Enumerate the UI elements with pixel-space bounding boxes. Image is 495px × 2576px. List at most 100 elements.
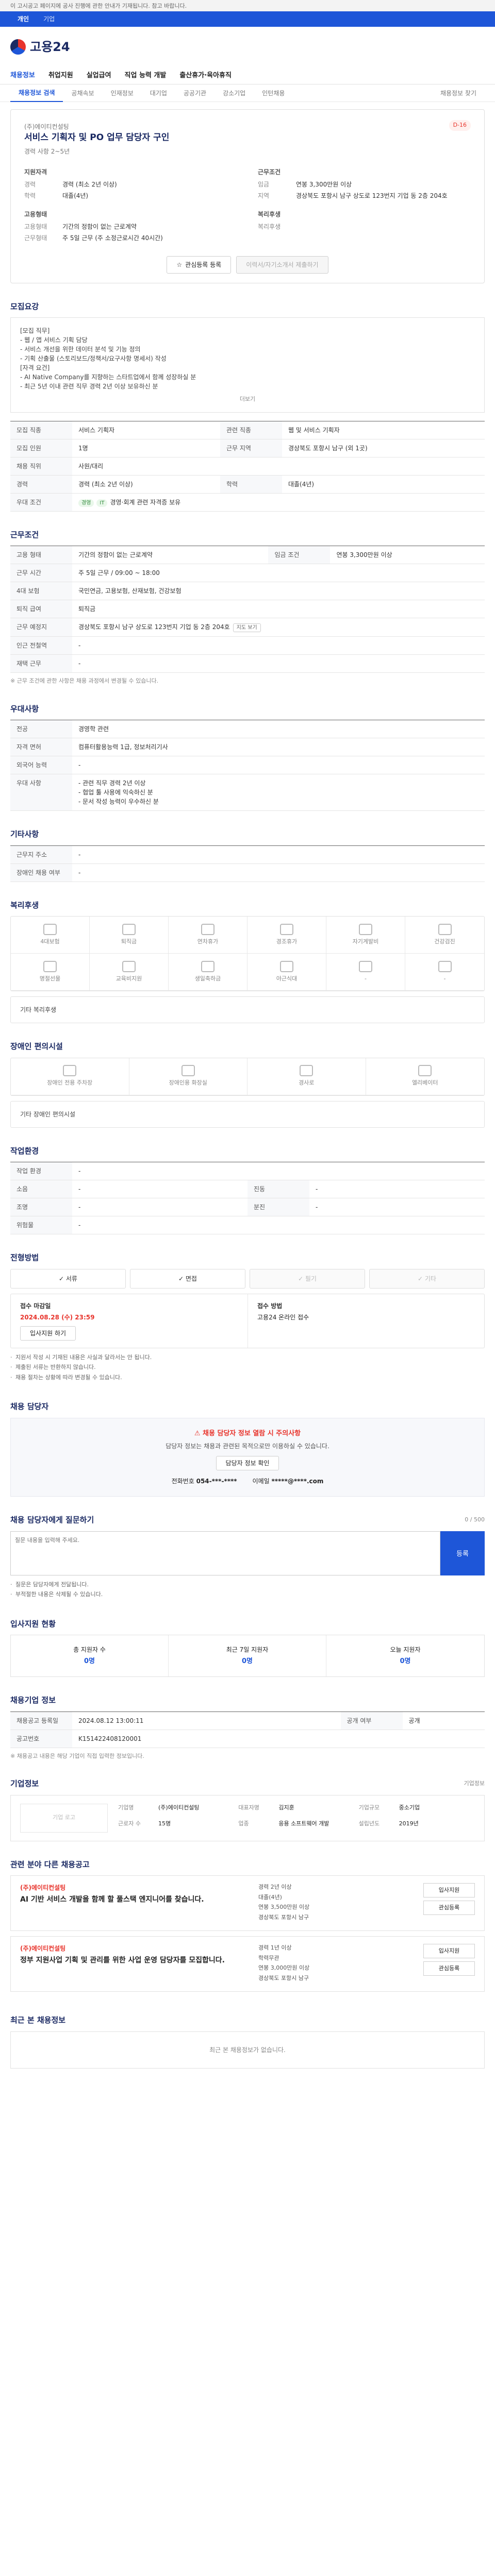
info-value: (주)에이티컨설팅 bbox=[158, 1804, 200, 1811]
rel-scrap-button[interactable]: 관심등록 bbox=[423, 1961, 475, 1976]
table-row: 근무 예정지 경상북도 포항시 남구 상도로 123번지 기업 동 2층 204호… bbox=[10, 618, 485, 637]
logo-text: 고용24 bbox=[30, 40, 70, 54]
list-item[interactable]: (주)에이티컨설팅 정부 지원사업 기획 및 관리를 위한 사업 운영 담당자를… bbox=[10, 1936, 485, 1992]
rel-apply-button[interactable]: 입사지원 bbox=[423, 1883, 475, 1897]
desc-line: - 웹 / 앱 서비스 기획 담당 bbox=[20, 336, 88, 344]
status-cell: 최근 7일 지원자 0명 bbox=[169, 1635, 326, 1676]
phone-value: 054-***-**** bbox=[196, 1478, 237, 1485]
subtab-public[interactable]: 공공기관 bbox=[175, 89, 214, 98]
row-key: 외국어 능력 bbox=[10, 756, 72, 774]
subtab-sme[interactable]: 강소기업 bbox=[214, 89, 254, 98]
apply-button[interactable]: 입사지원 하기 bbox=[20, 1326, 76, 1341]
rel-main: (주)에이티컨설팅 정부 지원사업 기획 및 관리를 위한 사업 운영 담당자를… bbox=[20, 1944, 248, 1984]
section-title: 입사지원 현황 bbox=[10, 1619, 56, 1629]
subtab-find[interactable]: 채용정보 찾기 bbox=[432, 89, 485, 98]
row-value: - bbox=[72, 1216, 485, 1234]
job-desc-box: [모집 직무] - 웹 / 앱 서비스 기획 담당 - 서비스 개선을 위한 데… bbox=[10, 317, 485, 413]
nav-leave[interactable]: 출산휴가·육아휴직 bbox=[179, 71, 232, 81]
preferred-text: 경영·회계 관련 자격증 보유 bbox=[110, 498, 181, 506]
table-row: 경력 경력 (최소 2년 이상) 학력 대졸(4년) bbox=[10, 475, 485, 494]
apply-top-button[interactable]: 이력서/자기소개서 제출하기 bbox=[236, 256, 328, 274]
summary-value: 경상북도 포항시 남구 상도로 123번지 기업 동 2층 204호 bbox=[296, 192, 448, 199]
disabled-section: 장애인 편의시설 장애인 전용 주차장 장애인용 화장실 경사로 엘리베이터 기… bbox=[10, 1023, 485, 1128]
elevator-icon bbox=[418, 1065, 432, 1077]
tab-business[interactable]: 기업 bbox=[36, 14, 62, 24]
table-row: 전공 경영학 관련 bbox=[10, 720, 485, 738]
info-value: 2019년 bbox=[399, 1820, 419, 1827]
summary-value: 경력 (최소 2년 이상) bbox=[62, 180, 117, 188]
table-row: 모집 직종 서비스 기획자 관련 직종 웹 및 서비스 기획자 bbox=[10, 421, 485, 439]
meta-item: 경상북도 포항시 남구 bbox=[258, 1913, 309, 1921]
section-title: 채용기업 정보 bbox=[10, 1696, 56, 1705]
row-key: 분진 bbox=[248, 1198, 309, 1216]
subtab-large[interactable]: 대기업 bbox=[142, 89, 175, 98]
table-row: 우대 조건 경영 IT 경영·회계 관련 자격증 보유 bbox=[10, 493, 485, 512]
manager-info-button[interactable]: 담당자 정보 확인 bbox=[216, 1456, 279, 1470]
tab-personal[interactable]: 개인 bbox=[10, 14, 36, 24]
info-value: 응용 소프트웨어 개발 bbox=[278, 1820, 329, 1827]
info-key: 대표자명 bbox=[238, 1804, 259, 1811]
rel-title[interactable]: 정부 지원사업 기획 및 관리를 위한 사업 운영 담당자를 모집합니다. bbox=[20, 1955, 248, 1966]
nav-jobs[interactable]: 채용정보 bbox=[10, 71, 35, 81]
method-tab: ✓ 서류 bbox=[10, 1268, 126, 1289]
summary-welfare: 복리후생 복리후생 bbox=[258, 210, 471, 243]
logo[interactable]: 고용24 bbox=[10, 38, 70, 56]
check-icon: ✓ bbox=[59, 1275, 66, 1282]
conditions-note: ※ 근무 조건에 관한 사항은 채용 과정에서 변경될 수 있습니다. bbox=[10, 677, 159, 684]
qa-input[interactable] bbox=[10, 1531, 440, 1575]
gift-icon bbox=[280, 923, 293, 935]
qa-section: 채용 담당자에게 질문하기 0 / 500 등록 질문은 담당자에게 전달됩니다.… bbox=[10, 1497, 485, 1599]
list-item[interactable]: (주)에이티컨설팅 AI 기반 서비스 개발을 함께 할 풀스택 엔지니어를 찾… bbox=[10, 1875, 485, 1931]
rel-scrap-button[interactable]: 관심등록 bbox=[423, 1901, 475, 1915]
note-item: 지원서 작성 시 기재된 내용은 사실과 달라서는 안 됩니다. bbox=[10, 1353, 485, 1362]
manager-section: 채용 담당자 ⚠ 채용 담당자 정보 열람 시 주의사항 담당자 정보는 채용과… bbox=[10, 1383, 485, 1497]
row-value: 사원/대리 bbox=[72, 457, 485, 476]
table-row: 작업 환경 - bbox=[10, 1162, 485, 1180]
method-tab: ✓ 필기 bbox=[250, 1268, 365, 1289]
note-item: 부적절한 내용은 삭제될 수 있습니다. bbox=[10, 1590, 485, 1599]
section-title: 복리후생 bbox=[10, 900, 39, 910]
subtab-search[interactable]: 채용정보 검색 bbox=[10, 84, 63, 102]
welfare-item: 건강검진 bbox=[405, 917, 484, 954]
apply-panel: 접수 마감일 2024.08.28 (수) 23:59 입사지원 하기 접수 방… bbox=[10, 1293, 485, 1348]
status-label: 최근 7일 지원자 bbox=[226, 1646, 269, 1654]
summary-value: 기간의 정함이 없는 근로계약 bbox=[62, 223, 137, 230]
subtab-talent[interactable]: 인재정보 bbox=[103, 89, 142, 98]
row-value: 경영 IT 경영·회계 관련 자격증 보유 bbox=[72, 493, 485, 512]
summary-value: 주 5일 근무 (주 소정근로시간 40시간) bbox=[62, 234, 163, 242]
rel-apply-button[interactable]: 입사지원 bbox=[423, 1944, 475, 1958]
row-value: 2024.08.12 13:00:11 bbox=[72, 1711, 341, 1730]
qa-submit-button[interactable]: 등록 bbox=[440, 1531, 485, 1575]
subtab-intern[interactable]: 인턴채용 bbox=[254, 89, 293, 98]
conditions-table: 고용 형태 기간의 정함이 없는 근로계약 임금 조건 연봉 3,300만원 이상 근… bbox=[10, 546, 485, 673]
row-key: 근무 예정지 bbox=[10, 618, 72, 637]
phone-label: 전화번호 bbox=[171, 1478, 194, 1485]
note-item: 제출된 서류는 반환하지 않습니다. bbox=[10, 1363, 485, 1372]
summary-conditions: 근무조건 임금 연봉 3,300만원 이상 지역 경상북도 포항시 남구 상도로 1… bbox=[258, 167, 471, 200]
status-label: 오늘 지원자 bbox=[390, 1646, 421, 1654]
row-value: 1명 bbox=[72, 439, 220, 457]
facility-label: 엘리베이터 bbox=[411, 1079, 438, 1087]
desc-line: [자격 요건] bbox=[20, 364, 50, 371]
summary-key: 임금 bbox=[258, 180, 270, 188]
map-button[interactable]: 지도 보기 bbox=[233, 623, 261, 632]
company-name[interactable]: (주)에이티컨설팅 bbox=[24, 122, 471, 131]
table-row: 고용 형태 기간의 정함이 없는 근로계약 임금 조건 연봉 3,300만원 이상 bbox=[10, 546, 485, 564]
retirement-icon bbox=[122, 923, 136, 935]
method-value: 고용24 온라인 접수 bbox=[257, 1313, 309, 1321]
row-value: - bbox=[72, 654, 485, 673]
row-value: 웹 및 서비스 기획자 bbox=[282, 421, 485, 439]
subtab-news[interactable]: 공채속보 bbox=[63, 89, 102, 98]
company-more-link[interactable]: 기업정보 bbox=[464, 1780, 485, 1788]
row-value: 경영학 관련 bbox=[72, 720, 485, 738]
table-row: 공고번호 K151422408120001 bbox=[10, 1730, 485, 1748]
nav-unemployment[interactable]: 실업급여 bbox=[87, 71, 111, 81]
nav-support[interactable]: 취업지원 bbox=[48, 71, 73, 81]
scrap-button[interactable]: ☆ 관심등록 등록 bbox=[167, 256, 232, 274]
nav-training[interactable]: 직업 능력 개발 bbox=[125, 71, 167, 81]
more-link[interactable]: 더보기 bbox=[20, 395, 475, 404]
row-value: - bbox=[72, 1162, 485, 1180]
blank-icon bbox=[438, 960, 452, 972]
apply-section: 전형방법 ✓ 서류 ✓ 면접 ✓ 필기 ✓ 기타 접수 마감일 2024.08.… bbox=[10, 1234, 485, 1382]
rel-title[interactable]: AI 기반 서비스 개발을 함께 할 풀스택 엔지니어를 찾습니다. bbox=[20, 1894, 248, 1905]
